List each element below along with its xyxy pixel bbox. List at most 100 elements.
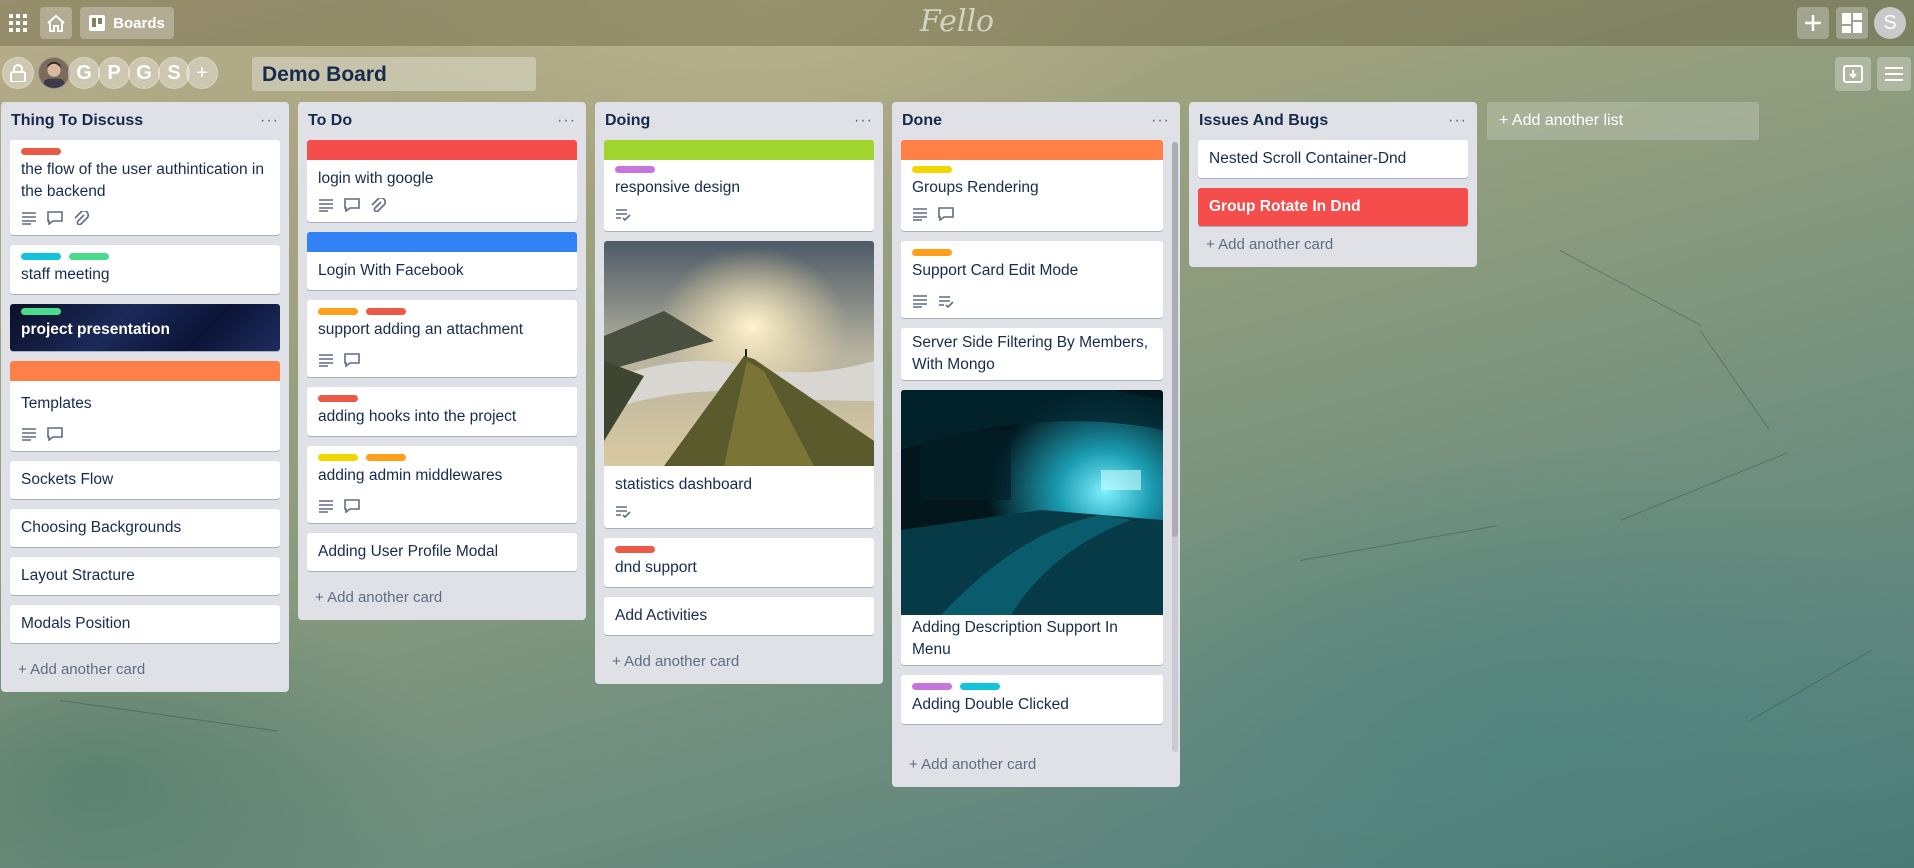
member-avatar[interactable]: G xyxy=(68,57,100,89)
list-header: Issues And Bugs ··· xyxy=(1189,102,1477,140)
list[interactable]: Done ··· Groups Rendering Support Card E… xyxy=(892,102,1180,787)
home-button[interactable] xyxy=(40,7,72,39)
card[interactable]: Layout Stracture xyxy=(10,557,280,595)
card[interactable]: Add Activities xyxy=(604,597,874,635)
card-label[interactable] xyxy=(366,454,406,461)
card-label[interactable] xyxy=(615,166,655,173)
wall-crack xyxy=(59,700,278,732)
description-icon xyxy=(319,199,333,212)
dashboard-icon xyxy=(1842,13,1862,33)
list-title[interactable]: To Do xyxy=(308,112,352,130)
archive-button[interactable] xyxy=(1835,57,1871,91)
dashboard-button[interactable] xyxy=(1836,7,1868,39)
card-label[interactable] xyxy=(318,395,358,402)
add-card-button[interactable]: + Add another card xyxy=(1189,236,1477,267)
card-title: Server Side Filtering By Members, With M… xyxy=(912,334,1149,373)
card-label[interactable] xyxy=(21,148,61,155)
apps-grid-icon[interactable] xyxy=(8,7,28,39)
board-visibility-button[interactable] xyxy=(2,57,34,89)
create-button[interactable] xyxy=(1797,7,1829,39)
add-card-button[interactable]: + Add another card xyxy=(1,653,289,692)
card[interactable]: Support Card Edit Mode xyxy=(901,241,1163,318)
list-title[interactable]: Doing xyxy=(605,112,650,130)
card[interactable]: adding admin middlewares xyxy=(307,446,577,523)
card[interactable]: Groups Rendering xyxy=(901,140,1163,231)
card-label[interactable] xyxy=(21,253,61,260)
card[interactable]: Modals Position xyxy=(10,605,280,643)
add-list-button[interactable]: + Add another list xyxy=(1487,102,1759,140)
card-title: login with google xyxy=(318,170,434,187)
card-title: Adding Description Support In Menu xyxy=(912,619,1118,658)
card-title: Groups Rendering xyxy=(912,179,1039,196)
menu-button[interactable] xyxy=(1877,57,1911,91)
lock-icon xyxy=(10,64,26,82)
boards-button[interactable]: Boards xyxy=(80,7,174,39)
member-avatar[interactable]: P xyxy=(98,57,130,89)
list-menu-icon[interactable]: ··· xyxy=(1151,112,1170,130)
card[interactable]: Login With Facebook xyxy=(307,232,577,290)
card[interactable]: Server Side Filtering By Members, With M… xyxy=(901,328,1163,380)
add-card-button[interactable]: + Add another card xyxy=(298,581,586,620)
card[interactable]: project presentation xyxy=(10,304,280,351)
card-label[interactable] xyxy=(21,308,61,315)
card[interactable]: Choosing Backgrounds xyxy=(10,509,280,547)
card-label[interactable] xyxy=(318,308,358,315)
add-card-button[interactable]: + Add another card xyxy=(595,645,883,684)
list[interactable]: Thing To Discuss ··· the flow of the use… xyxy=(1,102,289,692)
card-title: support adding an attachment xyxy=(318,321,524,338)
wall-crack xyxy=(1559,250,1702,327)
card[interactable]: dnd support xyxy=(604,538,874,587)
card-cover xyxy=(307,232,577,252)
card-label[interactable] xyxy=(366,308,406,315)
member-avatar-photo[interactable] xyxy=(38,57,70,89)
card-label[interactable] xyxy=(960,683,1000,690)
card-title: Choosing Backgrounds xyxy=(21,519,182,536)
card[interactable]: Nested Scroll Container-Dnd xyxy=(1198,140,1468,178)
card-label[interactable] xyxy=(912,683,952,690)
card[interactable]: statistics dashboard xyxy=(604,241,874,528)
board-title[interactable]: Demo Board xyxy=(252,57,536,91)
comment-icon xyxy=(344,198,360,212)
checklist-icon xyxy=(616,506,631,518)
card[interactable]: support adding an attachment xyxy=(307,300,577,377)
card-label[interactable] xyxy=(615,546,655,553)
card[interactable]: responsive design xyxy=(604,140,874,231)
list[interactable]: Doing ··· responsive design statistics d… xyxy=(595,102,883,684)
card-label[interactable] xyxy=(69,253,109,260)
list-title[interactable]: Issues And Bugs xyxy=(1199,112,1328,130)
card[interactable]: staff meeting xyxy=(10,245,280,294)
card[interactable]: Sockets Flow xyxy=(10,461,280,499)
card-cover xyxy=(901,140,1163,160)
list[interactable]: Issues And Bugs ··· Nested Scroll Contai… xyxy=(1189,102,1477,267)
list-menu-icon[interactable]: ··· xyxy=(557,112,576,130)
card[interactable]: Adding User Profile Modal xyxy=(307,533,577,571)
add-member-button[interactable]: + xyxy=(186,57,218,89)
attachment-icon xyxy=(74,211,89,225)
card[interactable]: login with google xyxy=(307,140,577,222)
attachment-icon xyxy=(371,198,386,212)
scrollbar-thumb[interactable] xyxy=(1172,142,1178,537)
list-title[interactable]: Thing To Discuss xyxy=(11,112,143,130)
user-avatar[interactable]: S xyxy=(1874,7,1906,39)
card-label[interactable] xyxy=(912,249,952,256)
card-label[interactable] xyxy=(318,454,358,461)
list-menu-icon[interactable]: ··· xyxy=(854,112,873,130)
add-card-button[interactable]: + Add another card xyxy=(892,750,1053,787)
member-avatar[interactable]: G xyxy=(128,57,160,89)
card-title: Modals Position xyxy=(21,615,131,632)
list-menu-icon[interactable]: ··· xyxy=(1448,112,1467,130)
list[interactable]: To Do ··· login with google Login With F… xyxy=(298,102,586,620)
card-label[interactable] xyxy=(912,166,952,173)
card[interactable]: adding hooks into the project xyxy=(307,387,577,436)
card-cover xyxy=(307,140,577,160)
card[interactable]: Adding Double Clicked xyxy=(901,675,1163,724)
list-title[interactable]: Done xyxy=(902,112,942,130)
card[interactable]: Templates xyxy=(10,361,280,451)
list-menu-icon[interactable]: ··· xyxy=(260,112,279,130)
archive-icon xyxy=(1843,65,1863,83)
card[interactable]: the flow of the user authintication in t… xyxy=(10,140,280,235)
card[interactable]: Group Rotate In Dnd xyxy=(1198,188,1468,226)
card[interactable]: Adding Description Support In Menu xyxy=(901,390,1163,665)
card-title: statistics dashboard xyxy=(615,476,752,493)
list-header: Thing To Discuss ··· xyxy=(1,102,289,140)
